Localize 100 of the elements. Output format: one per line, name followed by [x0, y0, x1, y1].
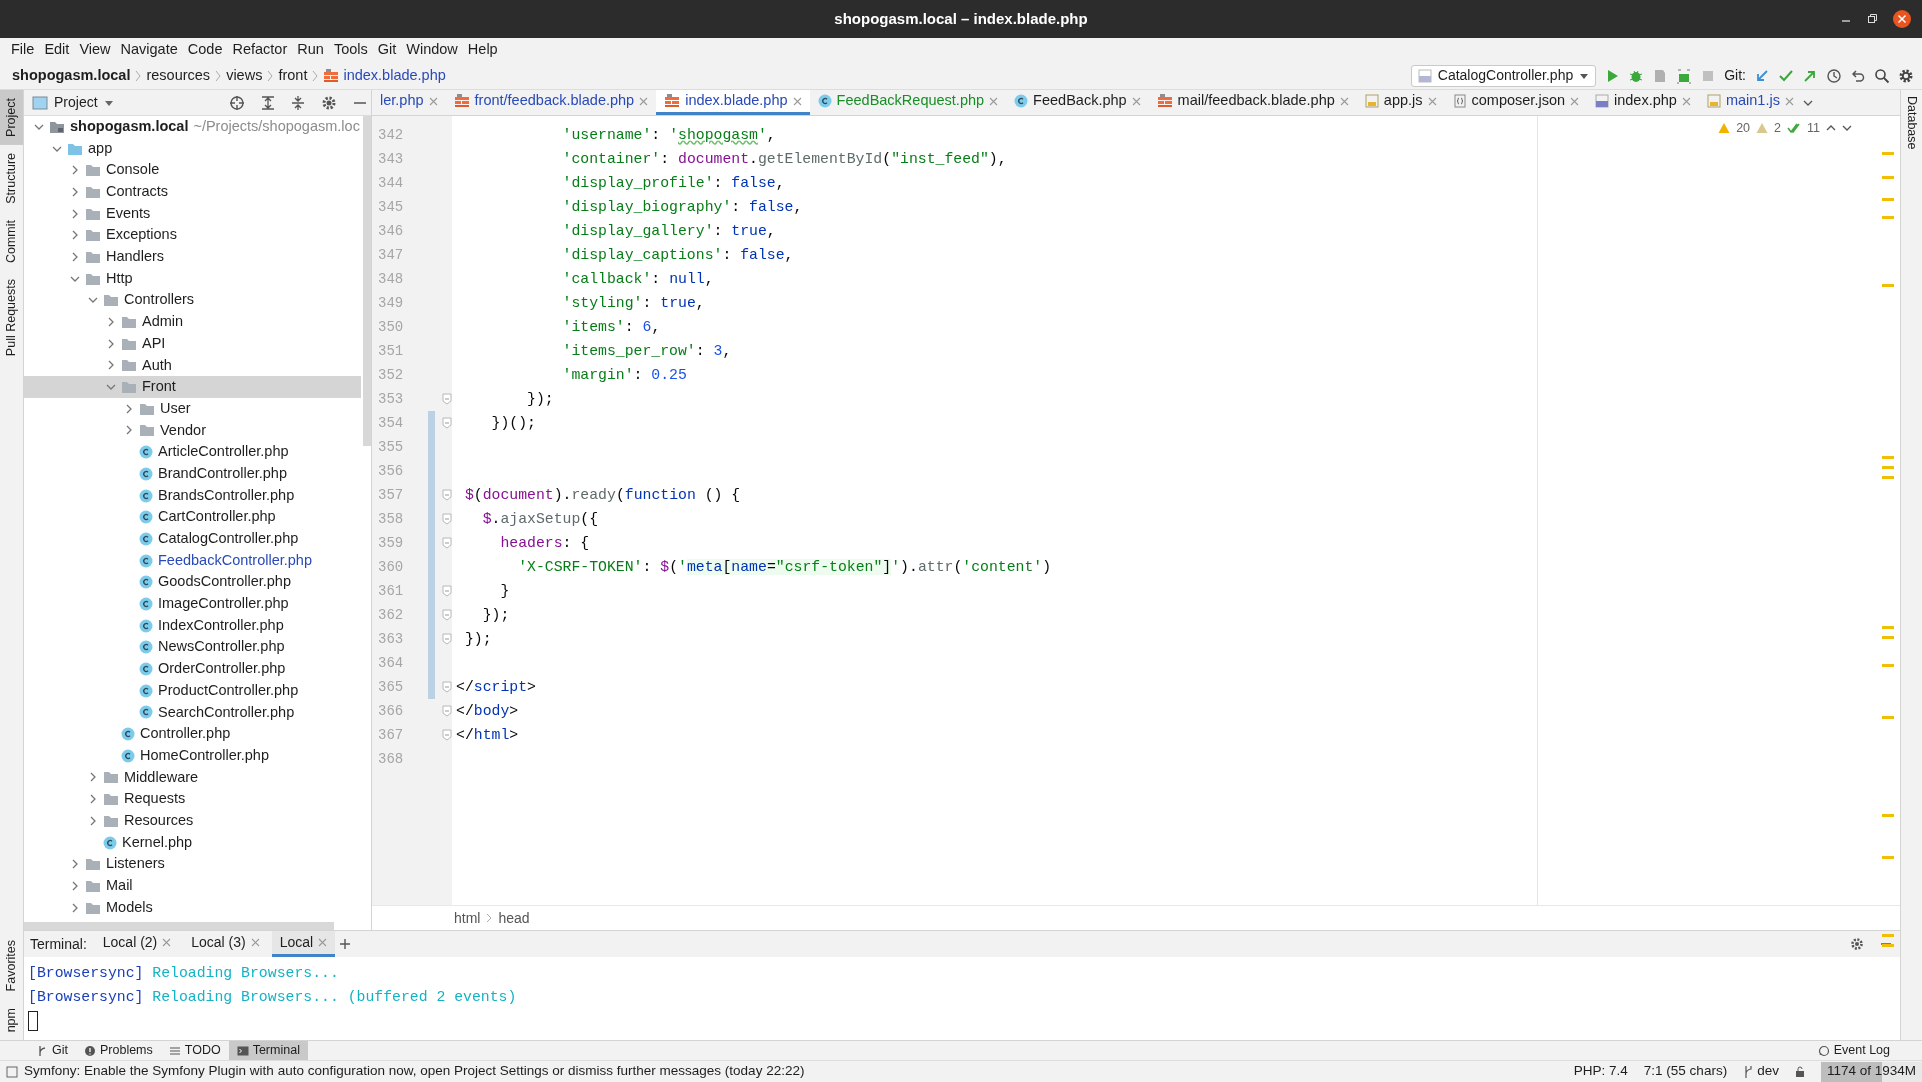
settings-icon[interactable] — [1850, 937, 1864, 951]
session-tab[interactable]: Local — [271, 931, 336, 957]
menu-item[interactable]: Run — [292, 39, 329, 61]
fold-icon[interactable] — [442, 489, 452, 501]
chevron-right-icon[interactable] — [88, 772, 98, 783]
tree-row[interactable]: Models — [24, 896, 361, 919]
editor-tab[interactable]: app.js — [1356, 90, 1445, 115]
chevron-right-icon[interactable] — [106, 338, 116, 349]
menu-item[interactable]: Git — [372, 39, 402, 61]
change-marker[interactable] — [428, 411, 435, 435]
breadcrumb-item[interactable]: html — [454, 907, 481, 929]
menu-item[interactable]: Edit — [39, 39, 75, 61]
tool-window-tab[interactable]: TODO — [160, 1041, 229, 1060]
tree-row[interactable]: ProductController.php — [24, 679, 361, 702]
change-marker[interactable] — [428, 675, 435, 699]
tree-row[interactable]: Auth — [24, 354, 361, 377]
tree-row[interactable]: API — [24, 332, 361, 355]
editor-tab[interactable]: mail/feedback.blade.php — [1148, 90, 1357, 115]
menu-item[interactable]: Refactor — [227, 39, 293, 61]
fold-icon[interactable] — [442, 633, 452, 645]
chevron-right-icon[interactable] — [70, 165, 80, 176]
scrollbar[interactable] — [24, 922, 334, 930]
tree-row[interactable]: IndexController.php — [24, 614, 361, 637]
editor-tab[interactable]: composer.json — [1444, 90, 1587, 115]
breadcrumb-item[interactable]: index.blade.php — [343, 64, 446, 87]
memory-indicator[interactable]: 1174 of 1934M — [1820, 1061, 1922, 1082]
chevron-right-icon[interactable] — [70, 186, 80, 197]
tree-row[interactable]: Events — [24, 202, 361, 225]
editor-tab[interactable]: main1.js — [1698, 90, 1802, 115]
warning-marker[interactable] — [1882, 216, 1894, 219]
menu-item[interactable]: View — [74, 39, 116, 61]
chevron-right-icon[interactable] — [124, 403, 134, 414]
php-version[interactable]: PHP: 7.4 — [1573, 1061, 1628, 1082]
tree-row[interactable]: Middleware — [24, 766, 361, 789]
search-icon[interactable] — [1874, 67, 1890, 84]
tool-window-tab[interactable]: Structure — [0, 144, 23, 212]
update-arrow-icon[interactable] — [1754, 67, 1770, 84]
warning-count[interactable]: 20 — [1736, 119, 1751, 138]
editor-tab[interactable]: ler.php — [372, 90, 446, 115]
tree-row[interactable]: BrandsController.php — [24, 484, 361, 507]
tree-row[interactable]: Controller.php — [24, 723, 361, 745]
scrollbar[interactable] — [363, 116, 371, 446]
fold-icon[interactable] — [442, 393, 452, 405]
tree-row[interactable]: Contracts — [24, 181, 361, 203]
warning-marker[interactable] — [1882, 176, 1894, 179]
menu-item[interactable]: Code — [182, 39, 228, 61]
tree-row[interactable]: Controllers — [24, 289, 361, 312]
breadcrumb-item[interactable]: views — [226, 64, 263, 87]
fold-icon[interactable] — [442, 417, 452, 429]
ok-count[interactable]: 11 — [1807, 119, 1820, 138]
menu-item[interactable]: Window — [401, 39, 463, 61]
tool-window-tab[interactable]: Terminal — [228, 1041, 308, 1060]
clock-icon[interactable] — [1826, 67, 1842, 84]
warning-marker[interactable] — [1882, 716, 1894, 719]
tree-row[interactable]: Resources — [24, 810, 361, 832]
tree-row[interactable]: Admin — [24, 311, 361, 333]
editor-tab[interactable]: FeedBackRequest.php — [809, 90, 1007, 115]
session-tab[interactable]: Local (3) — [183, 931, 268, 957]
warning-marker[interactable] — [1882, 814, 1894, 817]
fold-icon[interactable] — [442, 681, 452, 693]
chevron-right-icon[interactable] — [70, 902, 80, 913]
run-configuration-dropdown[interactable]: CatalogController.php — [1410, 64, 1597, 87]
git-branch[interactable]: dev — [1757, 1061, 1779, 1082]
lock-icon[interactable] — [1794, 1065, 1805, 1078]
menu-item[interactable]: Navigate — [115, 39, 183, 61]
chevron-right-icon[interactable] — [70, 859, 80, 870]
fold-icon[interactable] — [442, 705, 452, 717]
tree-row[interactable]: Mail — [24, 875, 361, 897]
editor-tab[interactable]: FeedBack.php — [1006, 90, 1149, 115]
warning-marker[interactable] — [1882, 944, 1894, 947]
locate-icon[interactable] — [229, 94, 245, 111]
warning-marker[interactable] — [1882, 466, 1894, 469]
tree-row[interactable]: CatalogController.php — [24, 528, 361, 550]
fold-icon[interactable] — [442, 513, 452, 525]
tree-row[interactable]: Vendor — [24, 419, 361, 442]
add-icon[interactable] — [339, 938, 352, 950]
tree-row[interactable]: shopogasm.local ~/Projects/shopogasm.loc — [24, 116, 361, 138]
tree-row[interactable]: ArticleController.php — [24, 441, 361, 463]
chevron-right-icon[interactable] — [70, 251, 80, 262]
tool-window-tab[interactable]: Database — [1901, 90, 1922, 156]
tree-row[interactable]: User — [24, 397, 361, 420]
panel-title[interactable]: Project — [54, 92, 98, 113]
tree-row[interactable]: Exceptions — [24, 224, 361, 247]
warning-marker[interactable] — [1882, 664, 1894, 667]
menu-item[interactable]: File — [6, 39, 40, 61]
tool-window-tab[interactable]: Event Log — [1809, 1041, 1898, 1060]
tree-row[interactable]: SearchController.php — [24, 701, 361, 724]
undo-icon[interactable] — [1850, 67, 1866, 84]
tool-window-tab[interactable]: Pull Requests — [0, 270, 23, 364]
warning-marker[interactable] — [1882, 198, 1894, 201]
restore-icon[interactable] — [1866, 13, 1878, 25]
tree-row[interactable]: Front — [24, 376, 361, 398]
tool-window-tab[interactable]: Problems — [76, 1041, 161, 1060]
tree-row[interactable]: FeedbackController.php — [24, 549, 361, 572]
chevron-right-icon[interactable] — [106, 360, 116, 371]
cursor-position[interactable]: 7:1 (55 chars) — [1643, 1061, 1728, 1082]
tree-row[interactable]: Http — [24, 267, 361, 290]
tree-row[interactable]: Kernel.php — [24, 831, 361, 854]
tree-row[interactable]: HomeController.php — [24, 744, 361, 767]
tool-window-tab[interactable]: Commit — [0, 211, 23, 271]
